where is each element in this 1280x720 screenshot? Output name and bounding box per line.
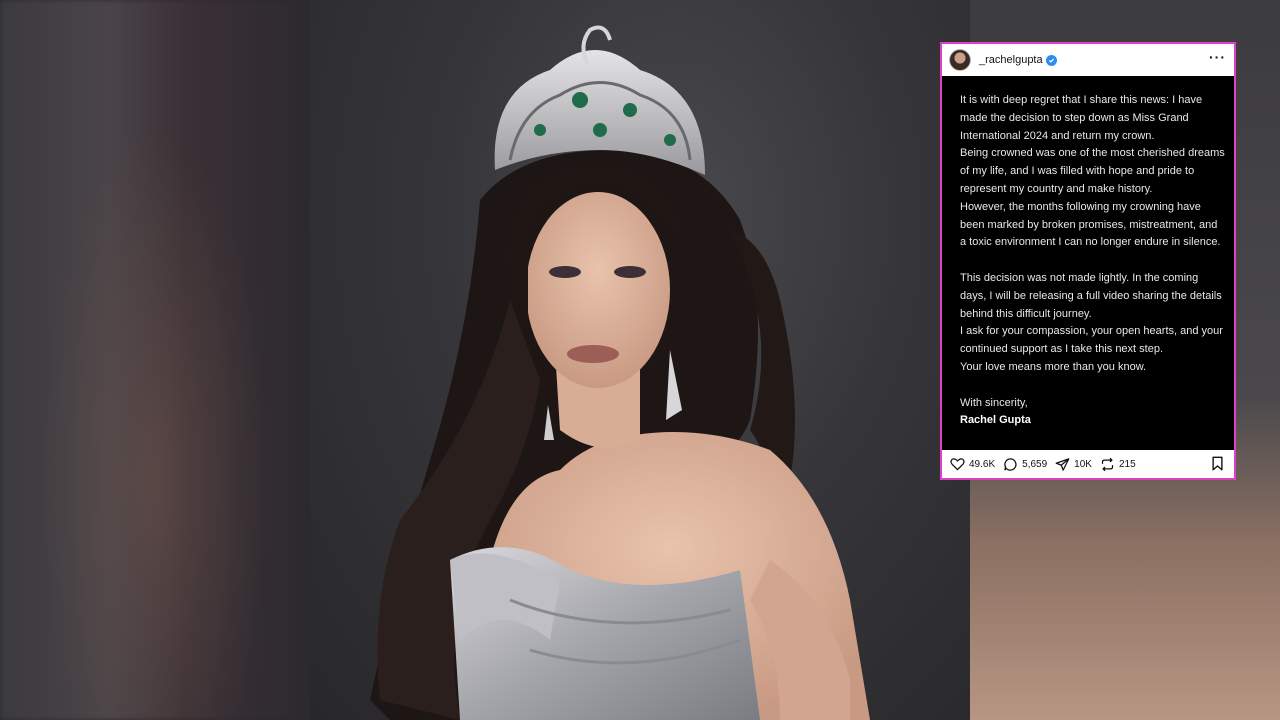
post-actions: 49.6K 5,659 10K 215 <box>942 450 1234 478</box>
closing-line: With sincerity, <box>960 396 1028 409</box>
send-icon <box>1055 457 1070 471</box>
portrait-photo <box>310 0 970 720</box>
portrait-illustration <box>370 25 870 720</box>
caption-line: Being crowned was one of the most cheris… <box>960 147 1225 195</box>
like-button[interactable]: 49.6K <box>950 457 995 471</box>
username[interactable]: _rachelgupta <box>979 54 1043 66</box>
repost-count: 215 <box>1118 458 1136 470</box>
caption-line: Your love means more than you know. <box>960 360 1147 373</box>
more-icon[interactable]: ··· <box>1209 49 1226 65</box>
caption-line: This decision was not made lightly. In t… <box>960 271 1222 320</box>
bookmark-icon <box>1212 456 1223 471</box>
signature: Rachel Gupta <box>960 414 1031 427</box>
caption-line: However, the months following my crownin… <box>960 200 1221 249</box>
comment-icon <box>1004 457 1017 471</box>
background-left-blur <box>0 0 310 720</box>
post-caption: It is with deep regret that I share this… <box>960 92 1226 430</box>
post-header: _rachelgupta ··· <box>942 44 1234 76</box>
repost-icon <box>1101 457 1114 471</box>
verified-icon <box>1045 54 1057 66</box>
caption-line: I ask for your compassion, your open hea… <box>960 325 1223 356</box>
avatar[interactable] <box>949 49 971 71</box>
share-count: 10K <box>1074 458 1092 470</box>
heart-icon <box>950 458 965 471</box>
comment-count: 5,659 <box>1022 458 1048 470</box>
social-post-card: _rachelgupta ··· It is with deep regret … <box>940 42 1236 480</box>
repost-button[interactable]: 215 <box>1100 457 1136 472</box>
caption-line: It is with deep regret that I share this… <box>960 94 1203 142</box>
comment-button[interactable]: 5,659 <box>1003 457 1047 472</box>
share-button[interactable]: 10K <box>1055 457 1092 472</box>
like-count: 49.6K <box>969 458 996 470</box>
save-button[interactable] <box>1211 456 1224 474</box>
